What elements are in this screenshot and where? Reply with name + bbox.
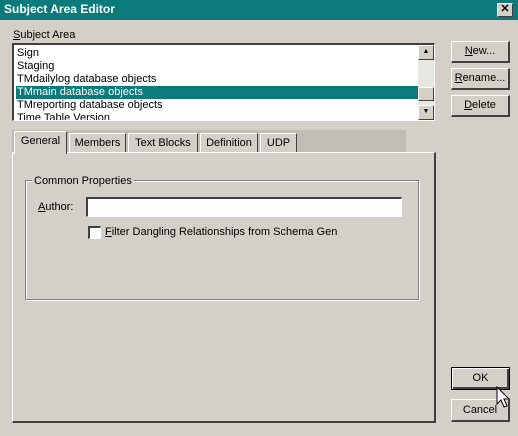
- filter-dangling-checkbox[interactable]: [88, 226, 101, 239]
- scroll-down-button[interactable]: ▼: [418, 105, 434, 120]
- tab-text-blocks[interactable]: Text Blocks: [128, 133, 198, 153]
- filter-label-mnemonic: F: [105, 226, 112, 238]
- list-item[interactable]: TMreporting database objects: [16, 99, 419, 112]
- rename-button[interactable]: Rename...: [451, 68, 510, 90]
- scroll-up-button[interactable]: ▲: [418, 45, 434, 60]
- new-button[interactable]: New...: [451, 41, 510, 63]
- author-label-rest: uthor:: [45, 201, 74, 213]
- scroll-up-icon: ▲: [422, 48, 430, 55]
- author-input[interactable]: [86, 197, 402, 217]
- subject-area-label: Subject Area: [13, 29, 75, 41]
- close-button[interactable]: ✕: [497, 3, 513, 17]
- rename-button-rest: ename...: [462, 72, 506, 84]
- tab-members[interactable]: Members: [69, 133, 126, 153]
- rename-button-mnemonic: R: [454, 72, 463, 84]
- subject-area-list[interactable]: Sign Staging TMdailylog database objects…: [12, 43, 435, 121]
- tab-definition[interactable]: Definition: [200, 133, 258, 153]
- list-item[interactable]: TMdailylog database objects: [16, 73, 419, 86]
- list-item[interactable]: Sign: [16, 47, 419, 60]
- list-item-selected[interactable]: TMmain database objects: [16, 86, 419, 99]
- delete-button-rest: elete: [472, 99, 496, 111]
- close-icon: ✕: [500, 3, 510, 15]
- list-item[interactable]: Staging: [16, 60, 419, 73]
- new-button-mnemonic: N: [464, 45, 473, 57]
- new-button-rest: ew...: [472, 45, 496, 57]
- group-title: Common Properties: [32, 175, 134, 187]
- filter-label-rest: ilter Dangling Relationships from Schema…: [111, 226, 338, 238]
- delete-button-mnemonic: D: [464, 99, 473, 111]
- author-label: Author:: [38, 201, 73, 213]
- window-title: Subject Area Editor: [4, 2, 115, 16]
- list-scrollbar[interactable]: ▲ ▼: [418, 45, 434, 120]
- subject-area-label-rest: ubject Area: [20, 29, 76, 41]
- tab-udp[interactable]: UDP: [260, 133, 297, 153]
- list-item[interactable]: Time Table Version: [16, 112, 419, 120]
- scroll-down-icon: ▼: [422, 108, 430, 115]
- delete-button[interactable]: Delete: [451, 95, 510, 117]
- tab-general[interactable]: General: [14, 131, 67, 154]
- scroll-thumb[interactable]: [418, 87, 434, 101]
- mouse-pointer-icon: [496, 386, 511, 408]
- filter-dangling-label[interactable]: Filter Dangling Relationships from Schem…: [105, 226, 337, 238]
